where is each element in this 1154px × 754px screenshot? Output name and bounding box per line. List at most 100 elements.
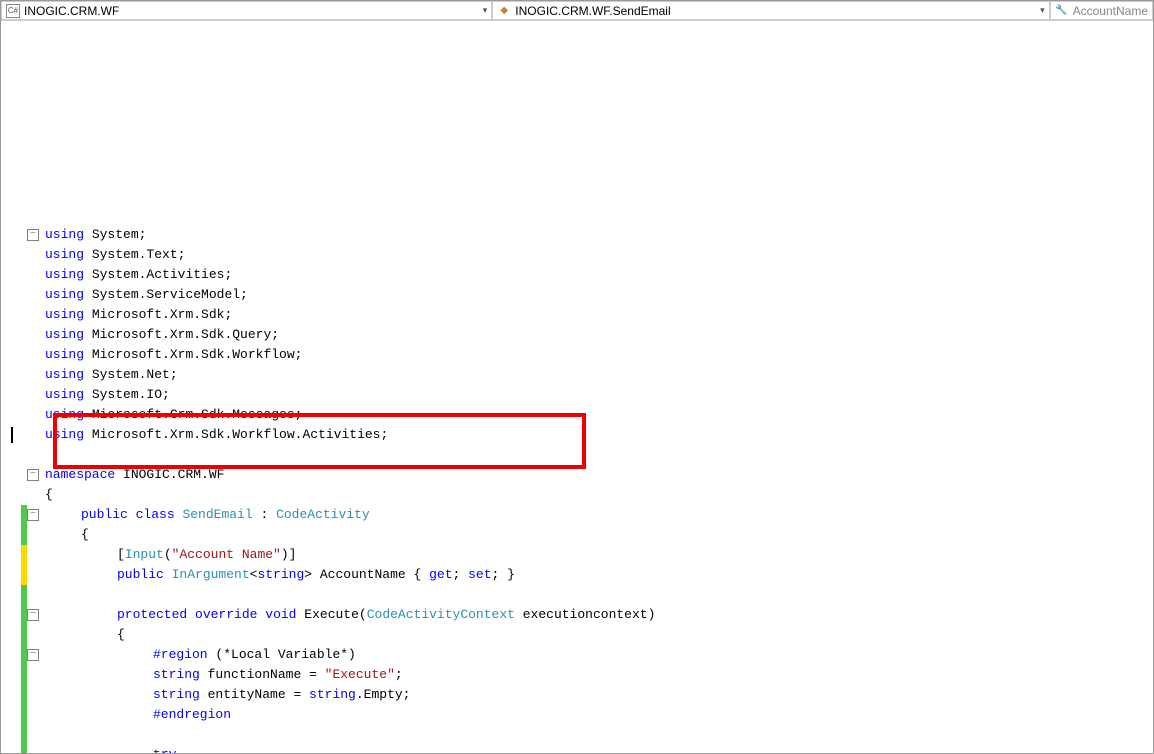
gutter (1, 325, 41, 345)
gutter (1, 585, 41, 605)
change-marker (21, 545, 27, 565)
code-text: string functionName = "Execute"; (41, 665, 403, 685)
code-line[interactable]: { (1, 485, 1153, 505)
code-line[interactable]: using Microsoft.Xrm.Sdk.Query; (1, 325, 1153, 345)
change-marker (21, 625, 27, 645)
code-text: using System.Activities; (41, 265, 232, 285)
change-marker (21, 745, 27, 753)
csharp-icon: C# (6, 4, 20, 18)
code-line[interactable] (1, 445, 1153, 465)
code-line[interactable]: −public class SendEmail : CodeActivity (1, 505, 1153, 525)
code-text: protected override void Execute(CodeActi… (41, 605, 655, 625)
gutter: − (1, 645, 41, 665)
change-marker (21, 725, 27, 745)
code-line[interactable]: using System.IO; (1, 385, 1153, 405)
gutter (1, 685, 41, 705)
gutter (1, 525, 41, 545)
code-text: #region (*Local Variable*) (41, 645, 356, 665)
navigation-bar: C# INOGIC.CRM.WF ▾ ◆ INOGIC.CRM.WF.SendE… (1, 1, 1153, 21)
code-line[interactable]: using Microsoft.Crm.Sdk.Messages; (1, 405, 1153, 425)
code-line[interactable]: using System.Text; (1, 245, 1153, 265)
code-line[interactable]: string entityName = string.Empty; (1, 685, 1153, 705)
code-text: public class SendEmail : CodeActivity (41, 505, 370, 525)
code-line[interactable]: #endregion (1, 705, 1153, 725)
code-text: { (41, 525, 89, 545)
code-line[interactable]: −using System; (1, 225, 1153, 245)
gutter (1, 745, 41, 753)
gutter (1, 445, 41, 465)
code-text: { (41, 625, 125, 645)
wrench-icon: 🔧 (1055, 4, 1069, 18)
code-text: namespace INOGIC.CRM.WF (41, 465, 224, 485)
code-text: using System.ServiceModel; (41, 285, 248, 305)
code-line[interactable]: { (1, 625, 1153, 645)
fold-toggle-icon[interactable]: − (27, 229, 39, 241)
code-line[interactable]: { (1, 525, 1153, 545)
code-editor-window: C# INOGIC.CRM.WF ▾ ◆ INOGIC.CRM.WF.SendE… (0, 0, 1154, 754)
gutter (1, 305, 41, 325)
chevron-down-icon: ▾ (479, 5, 488, 16)
fold-toggle-icon[interactable]: − (27, 649, 39, 661)
scope-dropdown-class[interactable]: ◆ INOGIC.CRM.WF.SendEmail ▾ (492, 1, 1049, 20)
code-text: using System.Text; (41, 245, 185, 265)
code-text: using Microsoft.Xrm.Sdk; (41, 305, 232, 325)
change-marker (21, 585, 27, 605)
editor-area[interactable]: −using System;using System.Text;using Sy… (1, 21, 1153, 753)
code-text: using Microsoft.Crm.Sdk.Messages; (41, 405, 302, 425)
gutter (1, 365, 41, 385)
gutter (1, 405, 41, 425)
fold-toggle-icon[interactable]: − (27, 509, 39, 521)
code-line[interactable]: using System.Activities; (1, 265, 1153, 285)
gutter (1, 425, 41, 445)
code-line[interactable]: using Microsoft.Xrm.Sdk; (1, 305, 1153, 325)
class-icon: ◆ (497, 4, 511, 18)
code-line[interactable]: −#region (*Local Variable*) (1, 645, 1153, 665)
gutter (1, 485, 41, 505)
code-line[interactable] (1, 585, 1153, 605)
scope-member-label: AccountName (1073, 4, 1148, 18)
gutter: − (1, 505, 41, 525)
code-line[interactable]: string functionName = "Execute"; (1, 665, 1153, 685)
code-text: using System.Net; (41, 365, 178, 385)
code-line[interactable]: using System.ServiceModel; (1, 285, 1153, 305)
code-line[interactable] (1, 725, 1153, 745)
code-text: using Microsoft.Xrm.Sdk.Workflow; (41, 345, 302, 365)
code-text: { (41, 485, 53, 505)
code-text: #endregion (41, 705, 231, 725)
scope-namespace-label: INOGIC.CRM.WF (24, 4, 119, 18)
code-content[interactable]: −using System;using System.Text;using Sy… (1, 21, 1153, 753)
scope-class-label: INOGIC.CRM.WF.SendEmail (515, 4, 670, 18)
gutter (1, 545, 41, 565)
code-line[interactable]: try (1, 745, 1153, 753)
code-line[interactable]: public InArgument<string> AccountName { … (1, 565, 1153, 585)
code-text: using Microsoft.Xrm.Sdk.Query; (41, 325, 279, 345)
gutter (1, 725, 41, 745)
chevron-down-icon: ▾ (1036, 5, 1045, 16)
code-line[interactable]: using Microsoft.Xrm.Sdk.Workflow; (1, 345, 1153, 365)
fold-toggle-icon[interactable]: − (27, 469, 39, 481)
change-marker (21, 525, 27, 545)
gutter (1, 705, 41, 725)
code-line[interactable]: −namespace INOGIC.CRM.WF (1, 465, 1153, 485)
gutter (1, 245, 41, 265)
fold-toggle-icon[interactable]: − (27, 609, 39, 621)
scope-dropdown-member[interactable]: 🔧 AccountName (1050, 1, 1153, 20)
change-marker (21, 685, 27, 705)
code-text: try (41, 745, 176, 753)
code-text: [Input("Account Name")] (41, 545, 296, 565)
change-marker (21, 665, 27, 685)
code-line[interactable]: −protected override void Execute(CodeAct… (1, 605, 1153, 625)
change-marker (21, 565, 27, 585)
code-line[interactable]: using System.Net; (1, 365, 1153, 385)
code-line[interactable]: using Microsoft.Xrm.Sdk.Workflow.Activit… (1, 425, 1153, 445)
code-text: using System; (41, 225, 146, 245)
code-line[interactable]: [Input("Account Name")] (1, 545, 1153, 565)
scope-dropdown-namespace[interactable]: C# INOGIC.CRM.WF ▾ (1, 1, 492, 20)
gutter (1, 285, 41, 305)
gutter (1, 265, 41, 285)
gutter: − (1, 465, 41, 485)
gutter (1, 345, 41, 365)
gutter (1, 385, 41, 405)
gutter: − (1, 225, 41, 245)
code-text: public InArgument<string> AccountName { … (41, 565, 515, 585)
